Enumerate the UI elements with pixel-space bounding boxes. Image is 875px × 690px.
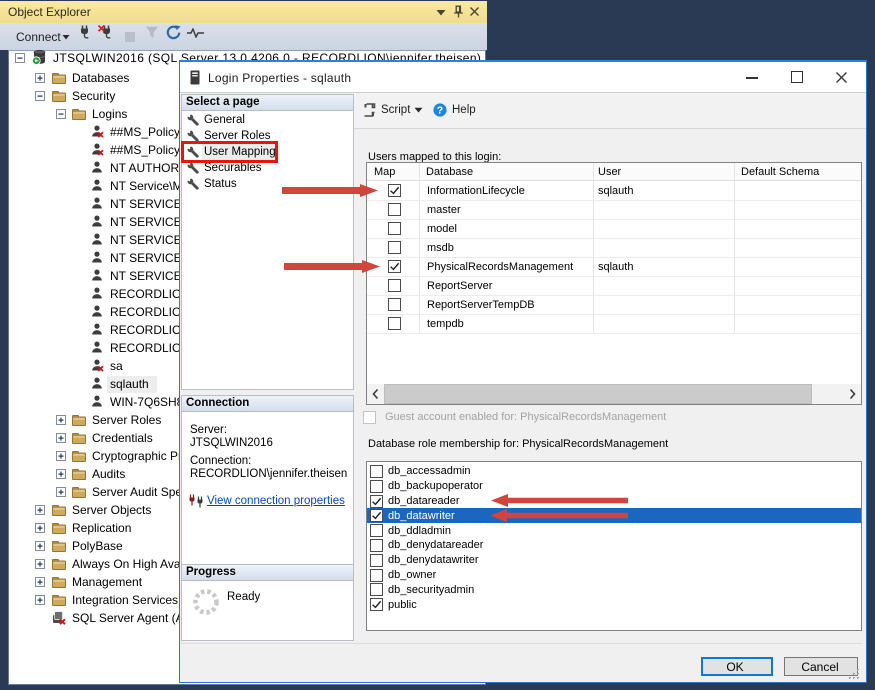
svg-text:?: ?: [437, 105, 443, 117]
